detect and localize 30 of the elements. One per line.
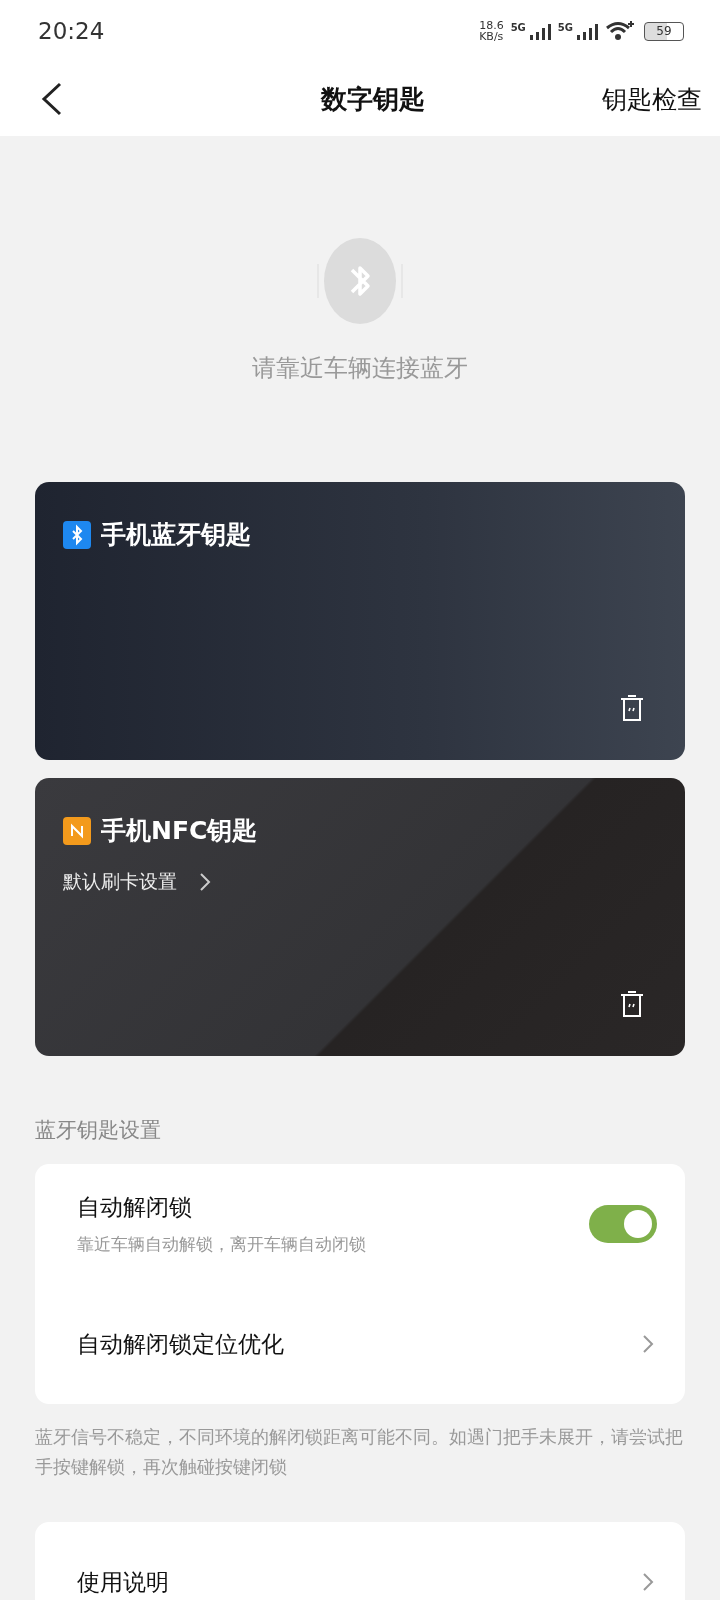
- setting-title: 自动解闭锁定位优化: [77, 1329, 284, 1359]
- default-card-setting-link[interactable]: 默认刷卡设置: [63, 869, 211, 895]
- delete-icon[interactable]: [619, 990, 645, 1018]
- chevron-icon: [641, 1571, 655, 1593]
- chevron-icon[interactable]: [641, 1333, 655, 1355]
- connect-hint: 请靠近车辆连接蓝牙: [252, 353, 468, 384]
- wifi-icon: [605, 20, 635, 42]
- battery-level: 59: [656, 24, 672, 38]
- network-speed: 18.6 KB/s: [479, 20, 504, 42]
- section-title: 蓝牙钥匙设置: [35, 1117, 162, 1144]
- key-check-button[interactable]: 钥匙检查: [598, 78, 706, 120]
- toggle-switch[interactable]: [589, 1205, 657, 1243]
- bluetooth-icon: [63, 520, 91, 549]
- key-card[interactable]: 手机NFC钥匙 默认刷卡设置: [35, 778, 685, 1056]
- delete-icon[interactable]: [619, 694, 645, 722]
- note-text: 蓝牙信号不稳定，不同环境的解闭锁距离可能不同。如遇门把手未展开，请尝试把手按键解锁，再次触碰按键闭锁: [35, 1425, 684, 1479]
- setting-description: 靠近车辆自动解锁，离开车辆自动闭锁: [77, 1233, 366, 1256]
- page-title: 数字钥匙: [321, 82, 425, 116]
- bluetooth-icon: [315, 236, 405, 326]
- chevron-icon: [199, 872, 211, 892]
- key-title: 手机NFC钥匙: [101, 815, 258, 847]
- network-type: 5G: [557, 22, 573, 33]
- status-time: 20:24: [38, 18, 105, 44]
- network-type: 5G: [510, 22, 526, 33]
- setting-title: 自动解闭锁: [77, 1193, 193, 1222]
- key-title: 手机蓝牙钥匙: [101, 519, 251, 551]
- back-icon[interactable]: [40, 82, 64, 116]
- nfc-icon: [63, 816, 91, 845]
- key-card[interactable]: 手机蓝牙钥匙: [35, 482, 685, 760]
- menu-item[interactable]: 使用说明: [77, 1566, 169, 1598]
